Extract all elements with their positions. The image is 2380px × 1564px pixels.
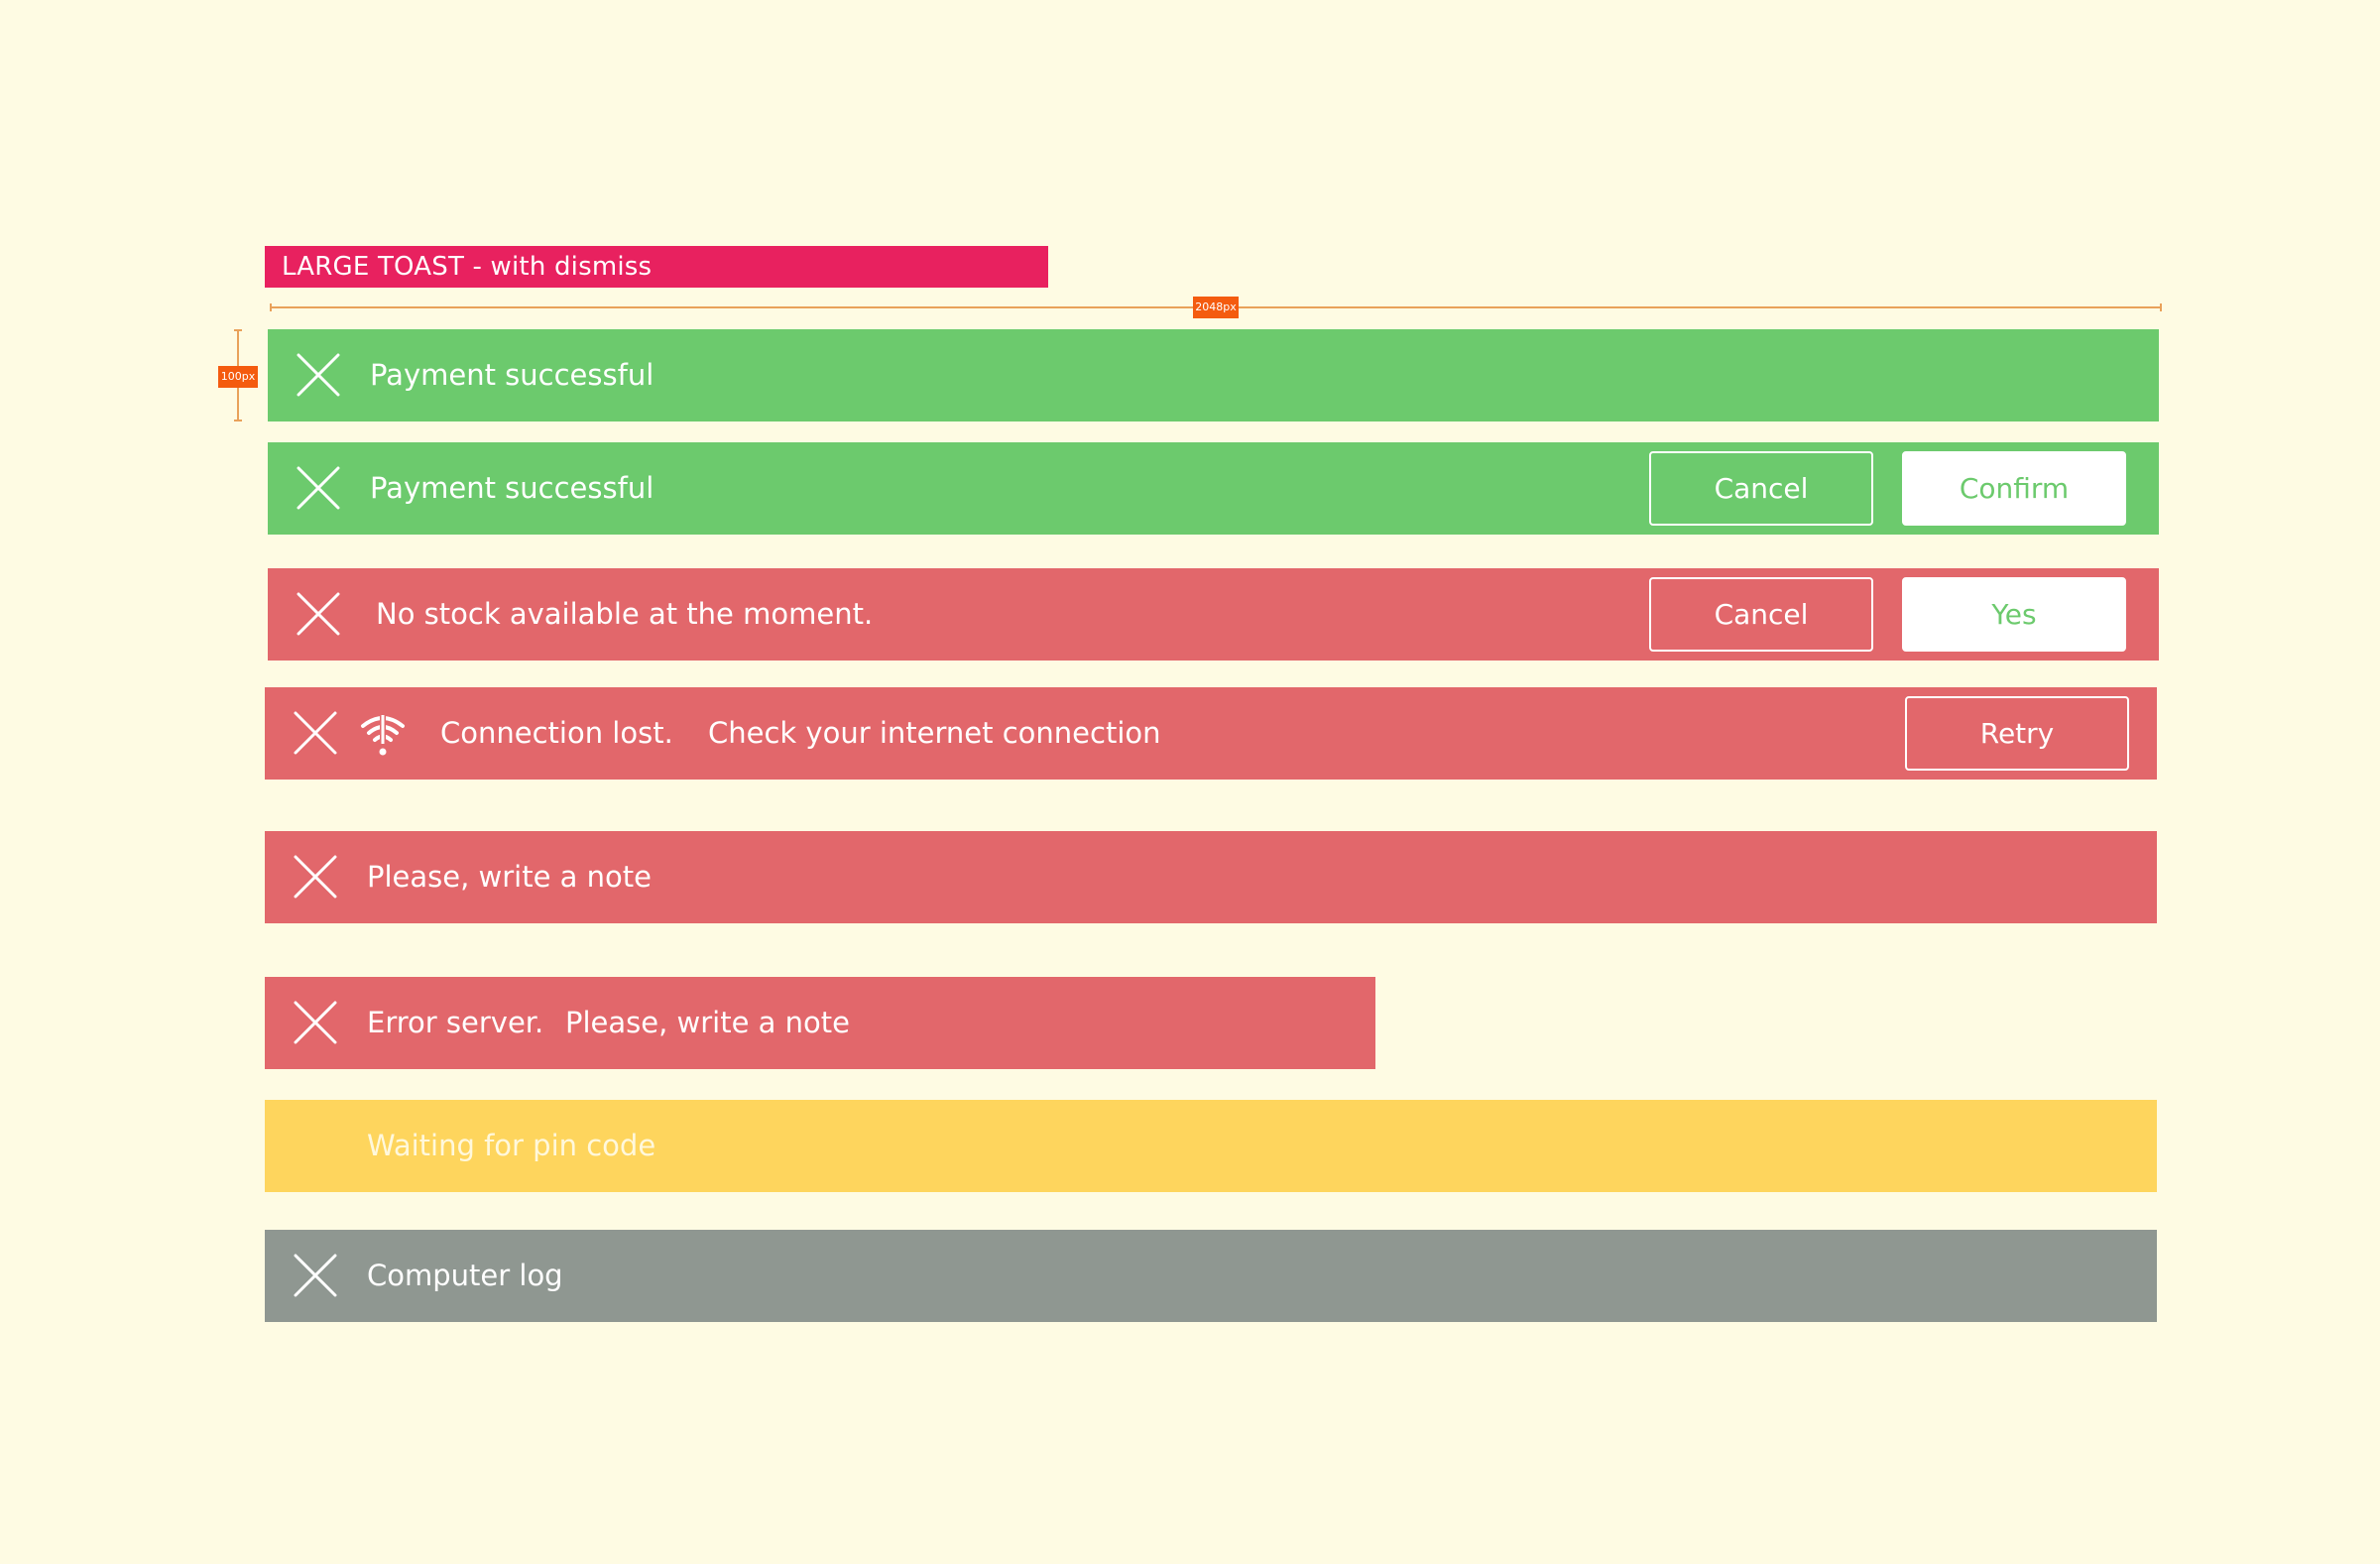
toast-warning: Waiting for pin code <box>265 1100 2157 1192</box>
height-measure-label: 100px <box>218 366 258 388</box>
section-title-banner: LARGE TOAST - with dismiss <box>265 246 1048 288</box>
close-icon[interactable] <box>293 710 338 756</box>
toast-message: Payment successful <box>370 471 654 505</box>
toast-message: No stock available at the moment. <box>376 597 874 631</box>
cancel-button[interactable]: Cancel <box>1649 451 1873 526</box>
close-icon[interactable] <box>296 465 341 511</box>
toast-connection-lost: Connection lost. Check your internet con… <box>265 687 2157 780</box>
toast-title: Connection lost. <box>440 716 673 750</box>
close-icon[interactable] <box>293 1000 338 1045</box>
toast-error-note: Please, write a note <box>265 831 2157 923</box>
close-icon[interactable] <box>293 854 338 900</box>
toast-success-confirm: Payment successful Cancel Confirm <box>268 442 2159 535</box>
wifi-alert-icon <box>360 713 406 757</box>
toast-message: Check your internet connection <box>708 716 1161 750</box>
confirm-button[interactable]: Confirm <box>1902 451 2126 526</box>
close-icon[interactable] <box>296 591 341 637</box>
toast-message: Please, write a note <box>367 860 652 894</box>
toast-message: Waiting for pin code <box>367 1129 656 1162</box>
toast-message: Computer log <box>367 1259 563 1292</box>
toast-error-server: Error server. Please, write a note <box>265 977 1375 1069</box>
width-measure-label: 2048px <box>1193 297 1239 318</box>
toast-message: Payment successful <box>370 358 654 392</box>
retry-button[interactable]: Retry <box>1905 696 2129 771</box>
cancel-button[interactable]: Cancel <box>1649 577 1873 652</box>
close-icon[interactable] <box>293 1253 338 1298</box>
toast-neutral: Computer log <box>265 1230 2157 1322</box>
toast-message: Please, write a note <box>565 1006 850 1039</box>
close-icon[interactable] <box>296 352 341 398</box>
toast-error-confirm: No stock available at the moment. Cancel… <box>268 568 2159 661</box>
toast-success: Payment successful <box>268 329 2159 421</box>
toast-title: Error server. <box>367 1006 544 1039</box>
yes-button[interactable]: Yes <box>1902 577 2126 652</box>
